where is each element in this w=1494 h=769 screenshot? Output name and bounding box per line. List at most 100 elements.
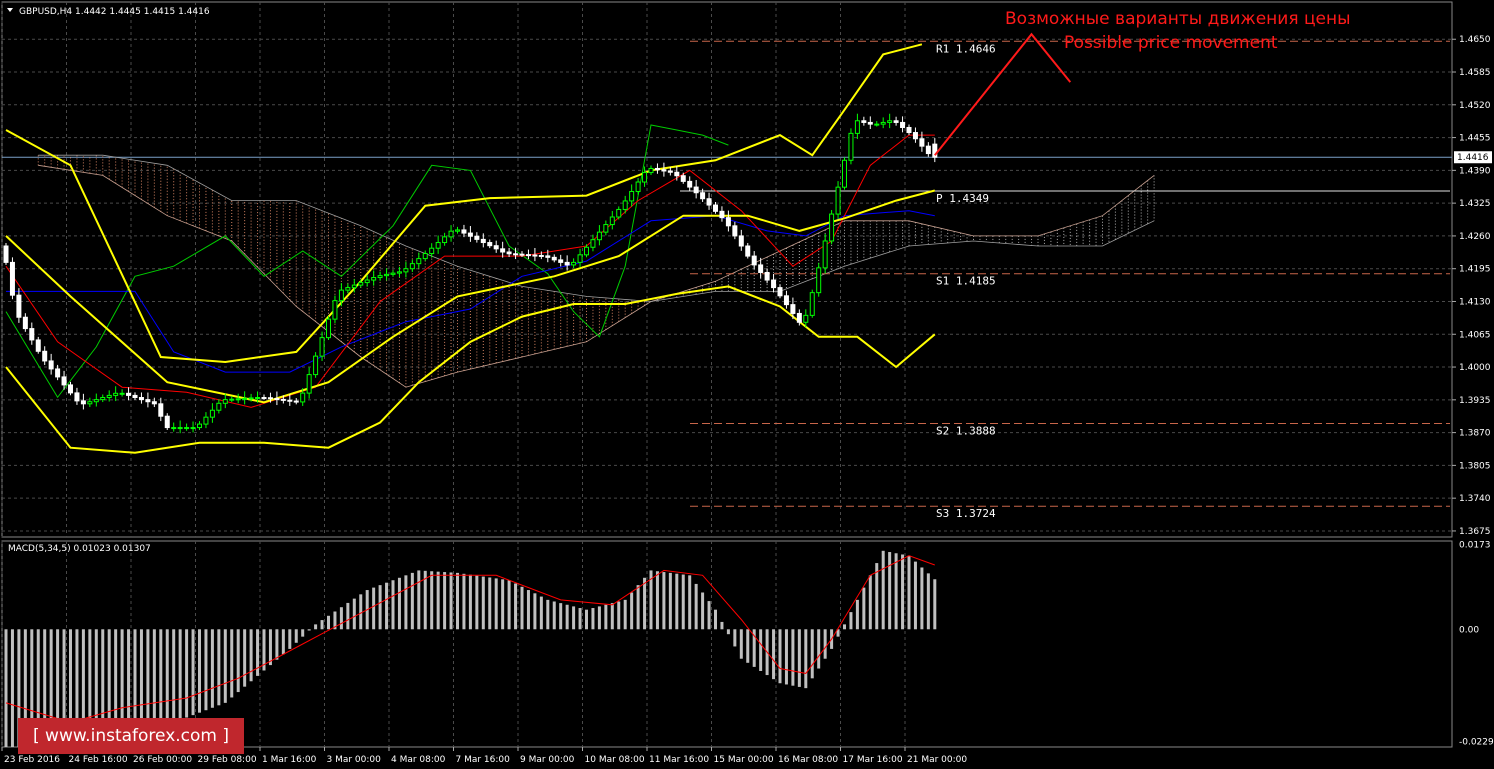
bear-candle [80, 400, 86, 405]
bull-candle [590, 239, 596, 248]
macd-bar [668, 572, 672, 630]
macd-bar [694, 583, 698, 630]
bear-candle [912, 132, 918, 140]
bear-candle [22, 316, 28, 330]
bear-candle [261, 397, 267, 400]
bear-candle [287, 399, 293, 402]
time-tick-label: 21 Mar 00:00 [907, 755, 967, 765]
bull-candle [396, 271, 402, 274]
bull-candle [616, 208, 622, 218]
indicator-lines [5, 43, 936, 454]
bull-candle [351, 284, 357, 289]
time-tick-label: 16 Mar 08:00 [778, 755, 838, 765]
macd-bar [585, 609, 588, 630]
macd-bar [430, 571, 434, 630]
bull-candle [235, 398, 241, 401]
time-tick-label: 29 Feb 08:00 [198, 755, 257, 765]
macd-bar [288, 629, 292, 649]
bull-candle [106, 394, 112, 399]
bull-candle [203, 416, 209, 425]
pivot-levels: R1 1.4646 P 1.4349 S1 1.4185 S2 1.3888 S3 1.… [680, 40, 1450, 520]
chikou-span-line [5, 124, 729, 399]
macd-bar [526, 590, 530, 630]
macd-bar [417, 570, 421, 630]
macd-bar [178, 629, 182, 721]
bull-candle [222, 399, 228, 404]
macd-bar [881, 550, 885, 630]
bull-candle [603, 224, 609, 233]
macd-bar [572, 606, 576, 630]
macd-bar [230, 629, 234, 698]
bear-candle [861, 120, 867, 123]
symbol-header: GBPUSD,H4 1.4442 1.4445 1.4415 1.4416 [19, 7, 210, 17]
bull-candle [364, 279, 370, 284]
price-tick-label: 1.4520 [1459, 101, 1491, 111]
annotation-ru: Возможные варианты движения цены [1005, 9, 1351, 29]
macd-bar [346, 602, 350, 630]
bull-candle [835, 186, 841, 215]
macd-bar [462, 573, 466, 630]
bull-candle [887, 120, 893, 123]
macd-bar [152, 629, 156, 730]
macd-bar [791, 629, 795, 686]
macd-bar [436, 571, 440, 630]
bull-candle [409, 263, 415, 270]
bear-candle [164, 415, 170, 429]
time-tick-label: 26 Feb 00:00 [133, 755, 192, 765]
bear-candle [274, 398, 280, 401]
macd-tick-label: 0.0173 [1459, 540, 1491, 550]
bear-candle [654, 167, 660, 171]
macd-bar [165, 629, 169, 725]
macd-bar [268, 629, 272, 666]
bull-candle [229, 398, 235, 401]
bear-candle [661, 169, 667, 172]
macd-bar [565, 604, 569, 630]
bear-candle [783, 295, 789, 306]
bull-candle [584, 246, 589, 256]
macd-bar [797, 629, 801, 687]
bear-candle [674, 171, 680, 177]
bull-candle [177, 427, 183, 430]
main-panel-border [1, 1, 1453, 538]
bull-candle [629, 190, 635, 202]
macd-bar [410, 572, 414, 630]
time-tick-label: 17 Mar 16:00 [843, 755, 903, 765]
macd-tick-label: 0.00 [1459, 625, 1479, 635]
macd-bar [868, 575, 872, 630]
macd-bar [546, 599, 550, 630]
bear-candle [68, 384, 73, 394]
bull-candle [216, 402, 222, 411]
macd-bar [888, 552, 892, 630]
macd-bar [630, 592, 634, 630]
macd-bar [223, 629, 227, 703]
bear-candle [461, 229, 467, 234]
bear-candle [667, 170, 673, 173]
bull-candle [338, 289, 344, 302]
bear-candle [493, 245, 499, 250]
bear-candle [145, 399, 151, 403]
bull-candle [255, 397, 261, 400]
macd-bar [404, 575, 408, 630]
bull-candle [874, 123, 880, 126]
macd-bar [772, 629, 776, 680]
macd-bar [243, 629, 247, 687]
bull-candle [306, 374, 312, 394]
macd-tick-label: -0.02292 [1459, 738, 1494, 748]
bull-candle [313, 355, 319, 376]
bear-candle [126, 392, 132, 396]
macd-bar [4, 629, 8, 747]
macd-bar [327, 615, 330, 630]
bear-candle [513, 253, 519, 256]
current-price-label: 1.4416 [1457, 153, 1489, 163]
bull-candle [358, 282, 364, 286]
bull-candle [435, 242, 441, 249]
macd-bar [655, 571, 659, 630]
macd-bar [339, 607, 343, 630]
bull-candle [100, 397, 106, 401]
macd-bar [10, 629, 14, 747]
macd-bar [559, 603, 563, 630]
bull-candle [854, 120, 860, 134]
macd-bar [501, 579, 505, 630]
bull-candle [93, 399, 99, 403]
macd-bar [623, 599, 627, 630]
